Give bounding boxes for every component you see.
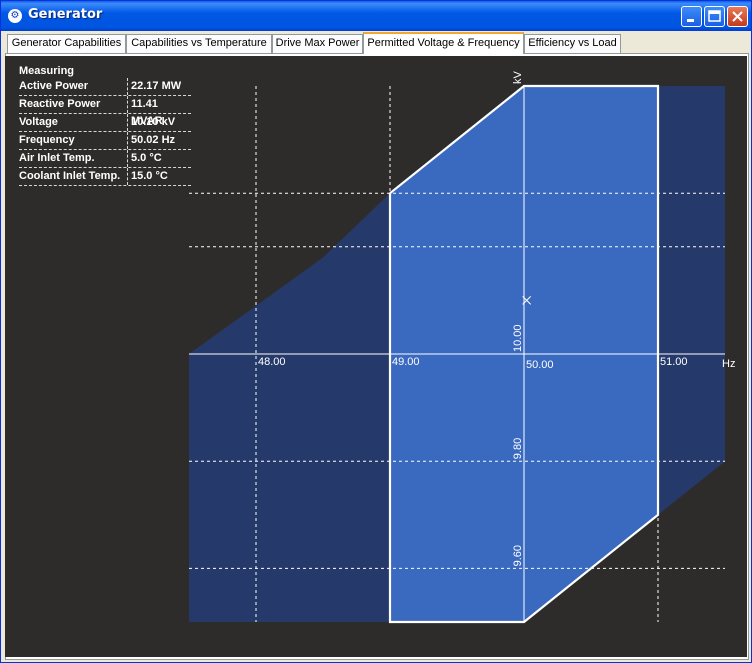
measuring-panel: Measuring Active Power 22.17 MW Reactive… (19, 64, 191, 186)
tab-strip: Generator Capabilities Capabilities vs T… (5, 32, 749, 54)
generator-window: ⚙ Generator Generator Capabilities Capab… (0, 0, 752, 663)
active-power-value: 22.17 MW (131, 80, 182, 92)
maximize-button[interactable] (704, 6, 725, 27)
tab-generator-capabilities[interactable]: Generator Capabilities (7, 34, 126, 53)
y-tick-label: 9.60 (512, 545, 524, 566)
minimize-button[interactable] (681, 6, 702, 27)
x-tick-label: 50.00 (526, 359, 554, 371)
measuring-row: Voltage 10.10 kV (19, 114, 191, 132)
measuring-row: Coolant Inlet Temp. 15.0 °C (19, 168, 191, 186)
coolant-inlet-temp-label: Coolant Inlet Temp. (19, 168, 128, 185)
x-axis-label: Hz (722, 358, 735, 370)
tab-capabilities-vs-temperature[interactable]: Capabilities vs Temperature (126, 34, 272, 53)
active-power-label: Active Power (19, 78, 128, 95)
y-axis-label: kV (512, 71, 524, 85)
frequency-value: 50.02 Hz (131, 134, 176, 146)
measuring-row: Active Power 22.17 MW (19, 78, 191, 96)
voltage-value: 10.10 kV (131, 116, 176, 128)
close-icon (732, 11, 743, 22)
coolant-inlet-temp-value: 15.0 °C (131, 170, 168, 182)
air-inlet-temp-label: Air Inlet Temp. (19, 150, 128, 167)
y-tick-label: 10.00 (512, 324, 524, 352)
reactive-power-value: 11.41 MVAR (131, 98, 163, 127)
generator-app-icon[interactable]: ⚙ (8, 9, 22, 23)
tab-permitted-voltage-frequency[interactable]: Permitted Voltage & Frequency (363, 32, 524, 54)
tab-drive-max-power[interactable]: Drive Max Power (272, 34, 363, 53)
tab-efficiency-vs-load[interactable]: Efficiency vs Load (524, 34, 621, 53)
x-tick-label: 48.00 (258, 356, 286, 368)
y-tick-label: 9.80 (512, 438, 524, 459)
close-button[interactable] (727, 6, 748, 27)
x-tick-label: 49.00 (392, 356, 420, 368)
title-bar[interactable]: ⚙ Generator (1, 1, 751, 31)
reactive-power-label: Reactive Power (19, 96, 128, 113)
x-tick-label: 51.00 (660, 356, 688, 368)
air-inlet-temp-value: 5.0 °C (131, 152, 162, 164)
window-title: Generator (28, 7, 103, 22)
chart-panel: 48.00 49.00 50.00 51.00 10.00 9.80 9.60 Hz kV… (5, 56, 747, 657)
measuring-title: Measuring (19, 65, 75, 77)
maximize-icon (708, 10, 721, 22)
frequency-label: Frequency (19, 132, 128, 149)
minimize-icon (687, 19, 694, 22)
measuring-row: Frequency 50.02 Hz (19, 132, 191, 150)
voltage-label: Voltage (19, 114, 128, 131)
measuring-row: Reactive Power 11.41 MVAR (19, 96, 191, 127)
measuring-row: Air Inlet Temp. 5.0 °C (19, 150, 191, 168)
